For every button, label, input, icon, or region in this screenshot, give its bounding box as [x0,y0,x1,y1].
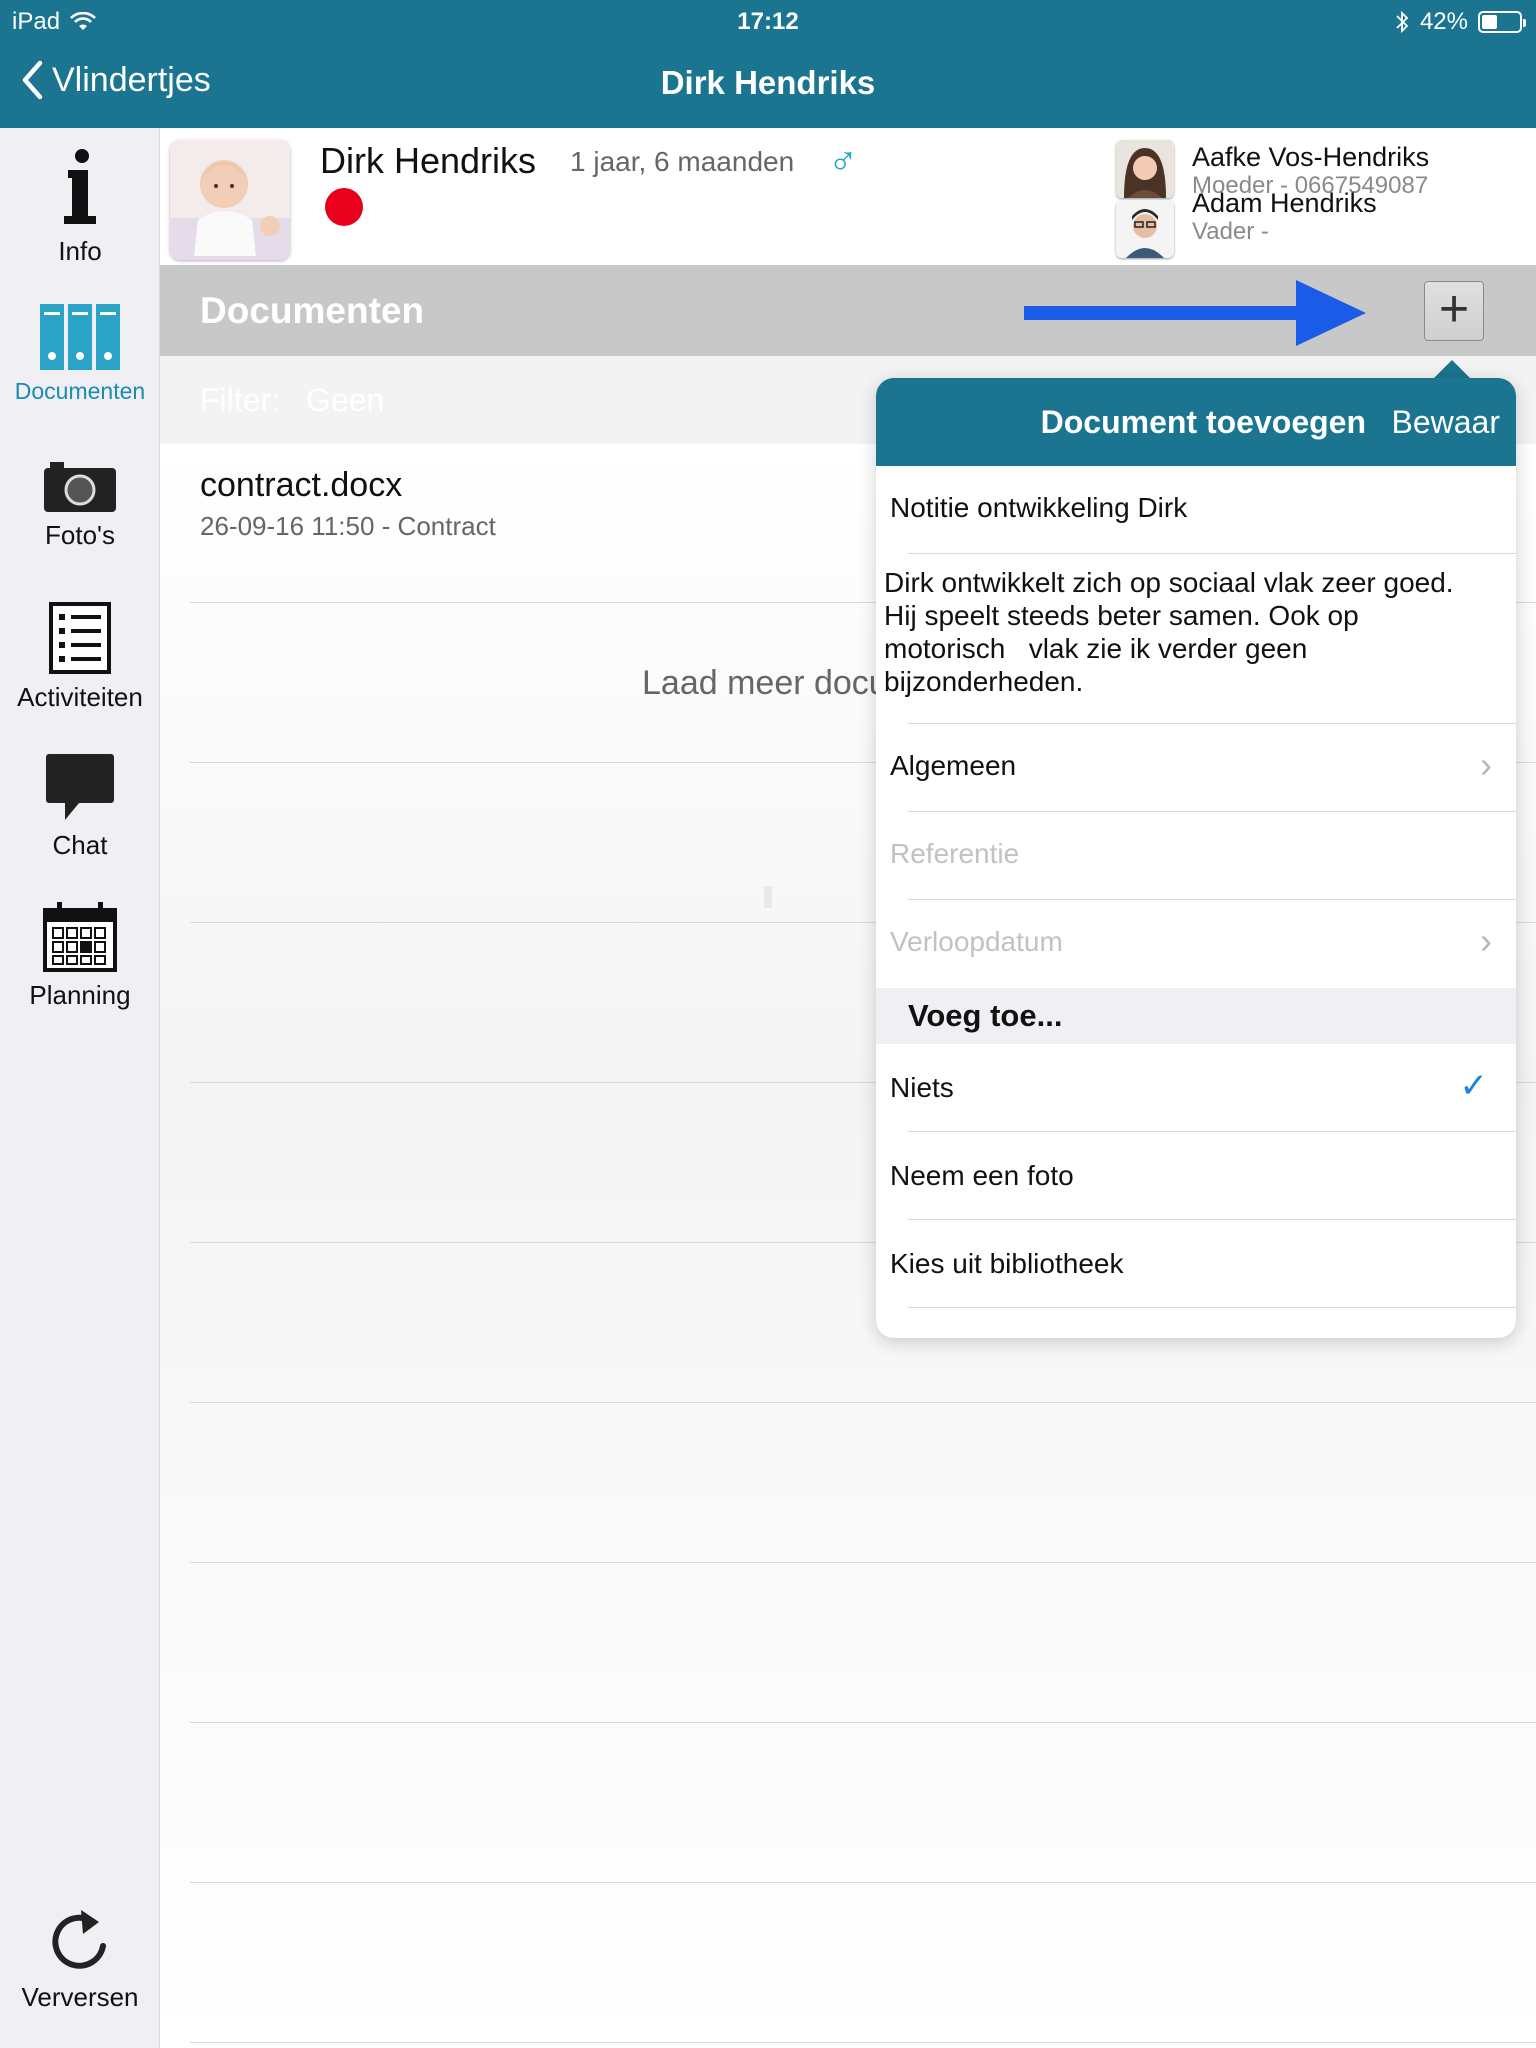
sidebar-item-info[interactable]: Info [0,148,160,267]
attach-option-none[interactable]: Niets ✓ [876,1044,1516,1132]
child-age: 1 jaar, 6 maanden [570,146,795,177]
father-avatar [1116,200,1174,258]
child-avatar [170,140,290,260]
binders-icon [40,304,120,370]
document-title-field[interactable]: Notitie ontwikkeling Dirk [876,466,1516,554]
notes-textarea[interactable]: Dirk ontwikkelt zich op sociaal vlak zee… [876,554,1516,724]
checklist-icon [49,602,111,674]
divider [190,1882,1536,1883]
divider [190,1562,1536,1563]
filter-label: Filter: [200,382,280,418]
refresh-button[interactable]: Verversen [0,1908,160,2013]
sidebar-item-documenten[interactable]: Documenten [0,304,160,405]
top-bar: iPad 17:12 42% Vlindertjes Dirk Hendriks [0,0,1536,128]
refresh-icon [52,1910,106,1969]
mother-avatar [1116,140,1174,198]
battery-percent: 42% [1419,8,1468,35]
info-icon [64,149,96,224]
notes-line: Hij speelt steeds beter samen. Ook op [884,600,1359,631]
expiry-date-selector[interactable]: Verloopdatum › [876,900,1516,988]
chevron-right-icon: › [1480,920,1492,961]
document-title-value: Notitie ontwikkeling Dirk [890,492,1188,523]
divider [190,2042,1536,2043]
clock: 17:12 [737,8,799,35]
attach-section-header: Voeg toe... [876,988,1516,1044]
notes-line: bijzonderheden. [884,666,1084,697]
chevron-right-icon: › [1480,744,1492,785]
child-profile-header: Dirk Hendriks 1 jaar, 6 maanden ♂ Aafke … [160,128,1536,268]
add-document-popover: Document toevoegen Bewaar Notitie ontwik… [876,378,1516,1338]
section-title: Documenten [200,290,425,331]
mother-name: Aafke Vos-Hendriks [1192,142,1430,172]
battery-icon [1478,11,1526,33]
sidebar-item-activiteiten[interactable]: Activiteiten [0,602,160,713]
notes-line: Dirk ontwikkelt zich op sociaal vlak zee… [884,567,1454,598]
load-more-container: Laad meer documenten [160,444,876,844]
father-name: Adam Hendriks [1192,188,1377,218]
option-label: Neem een foto [890,1160,1074,1191]
popover-header: Document toevoegen Bewaar [876,378,1516,466]
category-selector[interactable]: Algemeen › [876,724,1516,812]
speech-bubble-icon [46,754,114,820]
sidebar-item-label: Documenten [14,378,146,404]
option-label: Kies uit bibliotheek [890,1248,1124,1279]
option-label: Niets [890,1072,954,1103]
attach-option-take-photo[interactable]: Neem een foto [876,1132,1516,1220]
reference-field[interactable]: Referentie [876,812,1516,900]
child-name: Dirk Hendriks [320,140,537,181]
calendar-icon [43,902,117,972]
father-role: Vader - [1192,218,1269,245]
attach-option-library[interactable]: Kies uit bibliotheek [876,1220,1516,1308]
filter-value: Geen [306,382,385,418]
sidebar-item-fotos[interactable]: Foto's [0,462,160,551]
status-indicator [325,188,363,226]
load-more-button[interactable]: Laad meer documenten [642,664,876,703]
sidebar-item-label: Chat [52,830,108,860]
refresh-label: Verversen [21,1982,139,2012]
page-title: Dirk Hendriks [660,64,876,101]
sidebar-item-planning[interactable]: Planning [0,902,160,1011]
popover-arrow [1432,360,1472,380]
reference-placeholder: Referentie [890,838,1020,869]
sidebar-item-label: Info [58,236,102,266]
attach-header: Voeg toe... [908,998,1063,1033]
notes-line: motorisch vlak zie ik verder geen [884,633,1308,664]
sidebar: Info Documenten Foto's Activiteiten Chat… [0,128,160,2048]
expiry-placeholder: Verloopdatum [890,926,1063,957]
camera-icon [44,462,116,512]
male-gender-icon: ♂ [828,138,858,182]
save-button[interactable]: Bewaar [1392,404,1501,441]
bluetooth-icon [1396,10,1409,34]
annotation-arrow-icon [1024,280,1366,346]
section-header: Documenten + [160,268,1536,356]
sidebar-item-label: Activiteiten [17,682,143,712]
loading-indicator [764,886,772,908]
divider [190,1402,1536,1403]
category-value: Algemeen [890,750,1017,781]
divider [190,1722,1536,1723]
divider [908,1307,1516,1308]
checkmark-icon: ✓ [1459,1067,1489,1105]
status-bar: iPad 17:12 42% [0,0,1536,42]
add-document-button[interactable]: + [1424,281,1484,341]
sidebar-item-chat[interactable]: Chat [0,752,160,861]
sidebar-item-label: Foto's [45,520,115,550]
popover-title: Document toevoegen [1040,404,1366,440]
sidebar-item-label: Planning [29,980,131,1010]
